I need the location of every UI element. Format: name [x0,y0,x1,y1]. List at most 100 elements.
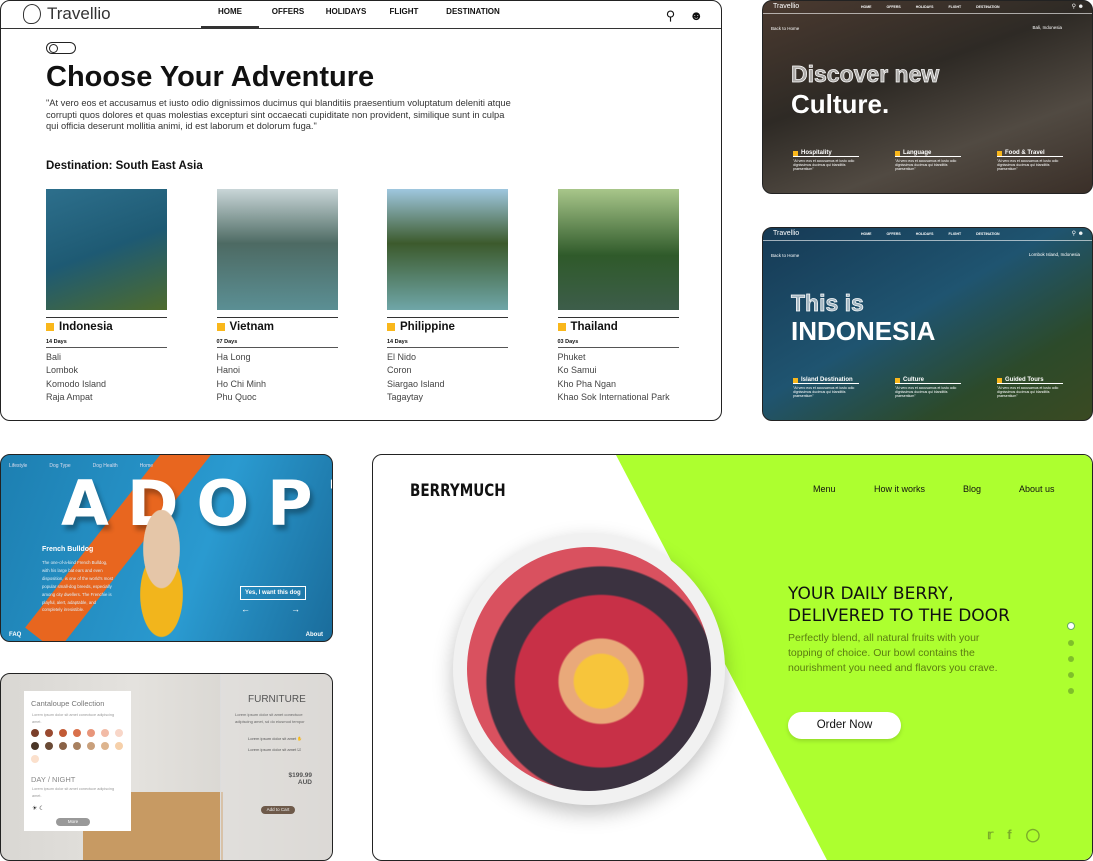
destination-card[interactable]: Vietnam 07 Days Ha Long Hanoi Ho Chi Minh Ph… [216,189,338,402]
slide-indicator[interactable] [1067,622,1075,694]
user-icon[interactable]: ☻ [689,8,703,24]
destination-image[interactable] [46,189,167,310]
nav-how-it-works[interactable]: How it works [874,484,925,494]
place-item[interactable]: Ko Samui [558,365,679,375]
place-item[interactable]: Phuket [558,352,679,362]
destination-card[interactable]: Indonesia 14 Days Bali Lombok Komodo Island… [46,189,167,402]
nav-flight[interactable]: FLIGHT [948,232,961,236]
nav-about-us[interactable]: About us [1019,484,1055,494]
destination-card[interactable]: Thailand 03 Days Phuket Ko Samui Kho Pha Ng… [557,189,679,402]
nav-holidays[interactable]: HOLIDAYS [916,232,934,236]
place-item[interactable]: Phu Quoc [217,392,338,402]
feature-title: Hospitality [801,150,832,156]
nav-offers[interactable]: OFFERS [887,232,901,236]
feature-desc: "At vero eos et accusamus et iusto odio … [997,159,1059,171]
destination-card[interactable]: Philippine 14 Days El Nido Coron Siargao Is… [387,189,508,402]
nav-menu[interactable]: Menu [813,484,836,494]
logo[interactable]: Travellio [23,4,111,24]
place-item[interactable]: Tagaytay [387,392,508,402]
more-button[interactable]: More [56,818,90,826]
nav-destination[interactable]: DESTINATION [976,232,999,236]
nav-holidays[interactable]: HOLIDAYS [916,5,934,9]
slide-dot[interactable] [1068,640,1074,646]
nav-home[interactable]: HOME [201,7,259,28]
place-item[interactable]: Komodo Island [46,379,167,389]
about-link[interactable]: About [306,632,323,638]
search-user-icons[interactable]: ⚲ ☻ [1072,230,1084,237]
destination-image[interactable] [557,189,679,310]
color-swatch[interactable] [87,729,95,737]
place-item[interactable]: Kho Pha Ngan [558,379,679,389]
color-swatch[interactable] [73,729,81,737]
place-item[interactable]: Ha Long [217,352,338,362]
color-swatch[interactable] [115,729,123,737]
destination-image[interactable] [216,189,338,310]
country-name[interactable]: Thailand [571,321,618,333]
facebook-icon[interactable]: f [1007,827,1011,843]
place-item[interactable]: El Nido [387,352,508,362]
color-swatch[interactable] [31,729,39,737]
nav-home[interactable]: HOME [861,232,872,236]
destination-image[interactable] [387,189,508,310]
slide-dot[interactable] [1068,656,1074,662]
place-item[interactable]: Ho Chi Minh [217,379,338,389]
brand-name[interactable]: Travellio [773,230,799,237]
arrow-right-icon[interactable]: → [291,604,300,614]
country-name[interactable]: Indonesia [59,321,113,333]
brand-name: Travellio [47,4,111,23]
brand-name[interactable]: Travellio [773,3,799,10]
nav-home[interactable]: HOME [861,5,872,9]
slide-dot[interactable] [1068,688,1074,694]
color-swatch[interactable] [59,729,67,737]
color-swatch[interactable] [101,729,109,737]
color-swatch[interactable] [45,729,53,737]
nav-blog[interactable]: Blog [963,484,981,494]
faq-link[interactable]: FAQ [9,632,21,638]
bullet-square-icon [46,323,54,331]
country-name[interactable]: Philippine [400,321,455,333]
color-swatch[interactable] [31,755,39,763]
nav-flight[interactable]: FLIGHT [375,7,433,28]
back-link[interactable]: Back to Home [771,253,799,258]
instagram-icon[interactable]: ◯ [1026,827,1041,843]
nav-offers[interactable]: OFFERS [887,5,901,9]
twitter-icon[interactable]: 𝕣 [987,827,993,843]
color-swatch[interactable] [59,742,67,750]
location-label: Lombok Island, Indonesia [1028,252,1080,257]
color-swatch[interactable] [87,742,95,750]
nav-destination[interactable]: DESTINATION [433,7,513,28]
arrow-left-icon[interactable]: ← [241,604,250,614]
top-nav: Travellio HOME OFFERS HOLIDAYS FLIGHT DE… [1,1,721,29]
place-item[interactable]: Khao Sok International Park [558,392,679,402]
nav-offers[interactable]: OFFERS [259,7,317,28]
place-item[interactable]: Siargao Island [387,379,508,389]
color-swatch[interactable] [101,742,109,750]
place-item[interactable]: Raja Ampat [46,392,167,402]
nav-destination[interactable]: DESTINATION [976,5,999,9]
color-swatch[interactable] [73,742,81,750]
country-name[interactable]: Vietnam [230,321,275,333]
place-item[interactable]: Lombok [46,365,167,375]
slide-dot[interactable] [1067,622,1075,630]
place-item[interactable]: Coron [387,365,508,375]
color-swatch[interactable] [115,742,123,750]
brand-logo[interactable]: BERRYMUCH [410,481,506,501]
slide-dot[interactable] [1068,672,1074,678]
adopt-button[interactable]: Yes, I want this dog [240,586,306,600]
nav-lifestyle[interactable]: Lifestyle [9,463,27,469]
color-swatch[interactable] [31,742,39,750]
moon-icon[interactable]: ☾ [39,806,44,812]
nav-flight[interactable]: FLIGHT [948,5,961,9]
feature-desc: "At vero eos et accusamus et iusto odio … [895,386,957,398]
nav-holidays[interactable]: HOLIDAYS [317,7,375,28]
add-to-cart-button[interactable]: Add to Cart [261,806,295,814]
color-swatch[interactable] [45,742,53,750]
sun-icon[interactable]: ☀ [32,806,37,812]
place-item[interactable]: Bali [46,352,167,362]
back-link[interactable]: Back to Home [771,26,799,31]
order-now-button[interactable]: Order Now [788,712,901,739]
search-icon[interactable]: ⚲ [666,8,676,24]
search-user-icons[interactable]: ⚲ ☻ [1072,3,1084,10]
place-item[interactable]: Hanoi [217,365,338,375]
theme-toggle[interactable] [46,42,76,54]
